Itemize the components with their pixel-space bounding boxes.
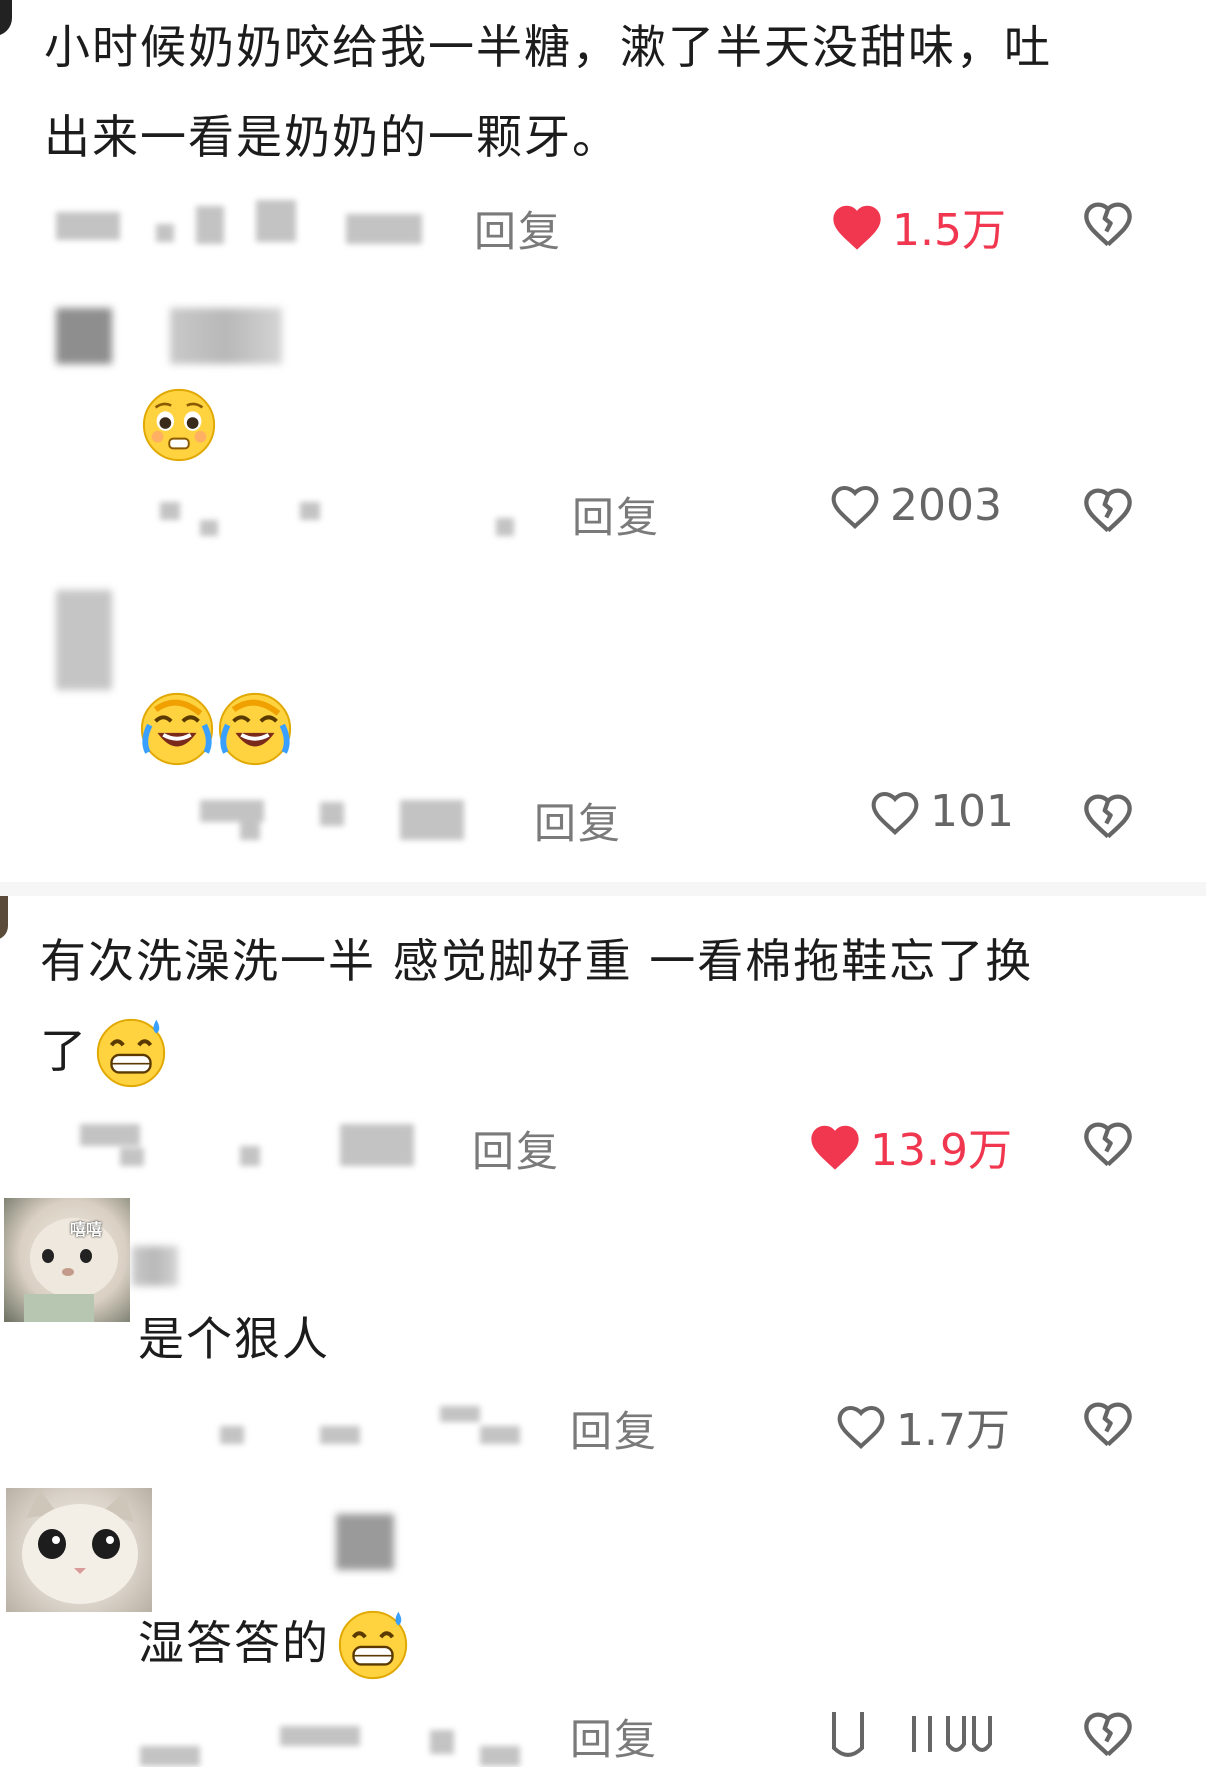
broken-heart-icon (1084, 1122, 1132, 1167)
heart-outline-icon (832, 1712, 992, 1757)
heart-filled-icon (811, 1125, 859, 1170)
blurred-avatar (56, 308, 112, 364)
reply-button[interactable]: 回复 (472, 1118, 560, 1179)
heart-outline-icon (831, 485, 879, 529)
like-count: 1.7万 (896, 1405, 1010, 1456)
like-button[interactable]: 1.5万 (830, 194, 1006, 258)
rolling-laughing-emoji-row (138, 690, 294, 768)
blurred-meta (40, 1118, 420, 1178)
blurred-username (336, 1514, 394, 1570)
grinning-sweat-emoji (338, 1610, 408, 1680)
dislike-button[interactable] (1082, 484, 1134, 542)
comment-line: 出来一看是奶奶的一颗牙。 (44, 110, 620, 164)
like-count: 101 (930, 786, 1014, 837)
avatar-caption: 嘻嘻 (70, 1220, 103, 1239)
reply-button[interactable]: 回复 (474, 198, 562, 259)
broken-heart-icon (1084, 794, 1132, 839)
avatar-edge (0, 0, 12, 36)
reply-text: 是个狠人 (138, 1312, 330, 1366)
like-button[interactable]: 1.7万 (834, 1394, 1010, 1458)
heart-filled-icon (833, 205, 881, 250)
comment-text: 有次洗澡洗一半 感觉脚好重 一看棉拖鞋忘了换 了 (40, 916, 1190, 1096)
avatar[interactable]: 嘻嘻 (4, 1198, 130, 1322)
comment-line: 有次洗澡洗一半 感觉脚好重 一看棉拖鞋忘了换 (40, 934, 1034, 988)
reply-button[interactable]: 回复 (572, 484, 660, 545)
comment-line: 小时候奶奶咬给我一半糖，漱了半天没甜味，吐 (44, 20, 1052, 74)
reply-button[interactable]: 回复 (570, 1706, 658, 1767)
comment-text: 小时候奶奶咬给我一半糖，漱了半天没甜味，吐 出来一看是奶奶的一颗牙。 (44, 2, 1184, 182)
avatar[interactable] (6, 1488, 152, 1612)
rolling-laughing-face-emoji (218, 692, 292, 766)
like-button[interactable]: 2003 (828, 480, 1002, 531)
like-button-partial[interactable] (818, 1712, 1008, 1766)
blurred-meta (56, 200, 426, 260)
like-count: 13.9万 (870, 1125, 1012, 1176)
broken-heart-icon (1084, 488, 1132, 533)
avatar-edge (0, 896, 8, 940)
blurred-meta (130, 1716, 530, 1766)
like-button[interactable]: 13.9万 (808, 1114, 1012, 1178)
broken-heart-icon (1084, 1402, 1132, 1447)
dislike-button[interactable] (1082, 1118, 1134, 1176)
broken-heart-icon (1084, 1712, 1132, 1757)
dislike-button[interactable] (1082, 790, 1134, 848)
dislike-button[interactable] (1082, 198, 1134, 256)
blurred-username (132, 1246, 178, 1286)
dislike-button[interactable] (1082, 1398, 1134, 1456)
blurred-meta (160, 1400, 530, 1450)
heart-outline-icon (871, 791, 919, 835)
heart-outline-icon (837, 1405, 885, 1450)
blurred-username (170, 308, 282, 364)
blurred-meta (156, 494, 526, 544)
reply-button[interactable]: 回复 (534, 790, 622, 851)
avatar-illustration (24, 1218, 118, 1322)
blurred-meta (160, 796, 480, 846)
pleading-face-emoji (140, 386, 218, 468)
reply-button[interactable]: 回复 (570, 1398, 658, 1459)
like-count: 2003 (890, 480, 1002, 531)
comment-line: 了 (40, 1006, 1190, 1096)
reply-text: 湿答答的 (138, 1598, 412, 1688)
rolling-laughing-face-emoji (140, 692, 214, 766)
blurred-avatar (56, 590, 112, 690)
dislike-button[interactable] (1082, 1708, 1134, 1766)
like-count: 1.5万 (892, 205, 1006, 256)
avatar-illustration (22, 1490, 138, 1604)
grinning-sweat-emoji (96, 1018, 166, 1088)
broken-heart-icon (1084, 202, 1132, 247)
comment-separator (0, 882, 1206, 896)
like-button[interactable]: 101 (868, 786, 1014, 837)
